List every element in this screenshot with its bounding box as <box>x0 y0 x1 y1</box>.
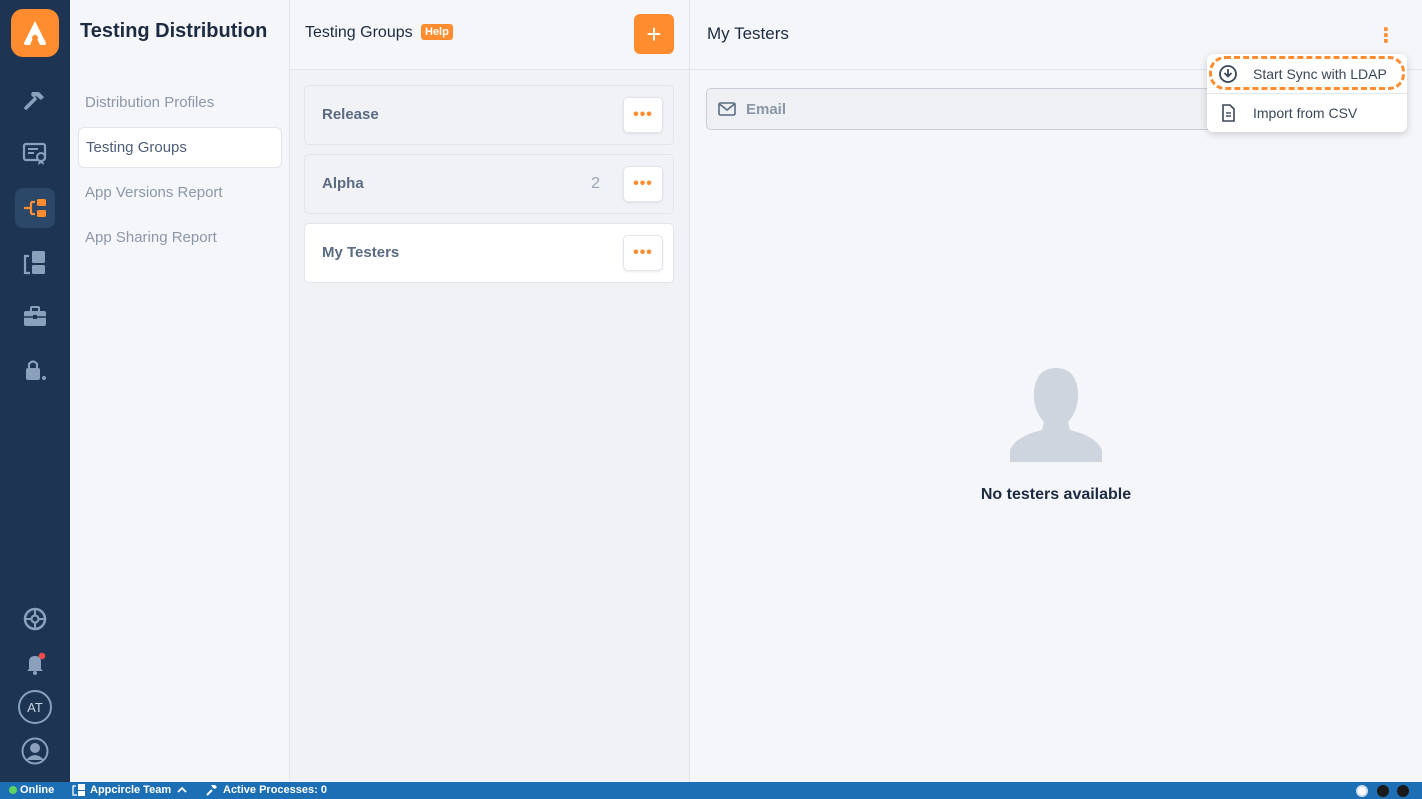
profile-icon[interactable] <box>15 731 55 771</box>
theme-dark-icon[interactable] <box>1377 785 1389 797</box>
detail-title: My Testers <box>707 24 789 43</box>
status-bar: Online Appcircle Team Active Processes: … <box>0 782 1422 799</box>
groups-header: Testing Groups Help + <box>290 0 689 70</box>
document-icon <box>1218 103 1238 123</box>
menu-divider <box>1207 93 1407 94</box>
groups-title: Testing Groups <box>305 24 413 41</box>
group-more-button[interactable]: ••• <box>623 97 663 133</box>
section-nav: Testing Distribution Distribution Profil… <box>70 0 290 782</box>
active-processes[interactable]: Active Processes: 0 <box>206 784 327 796</box>
group-tester-count: 2 <box>591 175 600 192</box>
group-card-release[interactable]: Release ••• <box>304 85 674 145</box>
certificate-icon[interactable] <box>15 133 55 173</box>
empty-state-text: No testers available <box>980 486 1132 503</box>
group-name: Release <box>322 106 379 123</box>
section-title: Testing Distribution <box>80 20 268 42</box>
bell-icon[interactable] <box>15 643 55 683</box>
store-icon[interactable] <box>15 242 55 282</box>
nav-item-testing-groups[interactable]: Testing Groups <box>78 127 282 168</box>
group-more-button[interactable]: ••• <box>623 166 663 202</box>
add-group-button[interactable]: + <box>634 14 674 54</box>
online-status: Online <box>9 784 54 796</box>
hammer-icon[interactable] <box>15 80 55 120</box>
group-name: My Testers <box>322 244 400 261</box>
nav-item-app-versions-report[interactable]: App Versions Report <box>78 172 282 213</box>
mail-icon <box>718 102 736 116</box>
group-card-my-testers[interactable]: My Testers ••• <box>304 223 674 283</box>
online-dot-icon <box>9 786 17 794</box>
kebab-menu-button[interactable]: ⋮ <box>1368 17 1404 53</box>
group-card-alpha[interactable]: Alpha 2 ••• <box>304 154 674 214</box>
team-avatar[interactable]: AT <box>18 690 52 724</box>
group-more-button[interactable]: ••• <box>623 235 663 271</box>
theme-light-icon[interactable] <box>1356 785 1368 797</box>
hammer-small-icon <box>206 785 217 796</box>
chevron-up-icon <box>177 786 187 793</box>
appcircle-logo-icon[interactable] <box>11 9 59 57</box>
lock-user-icon[interactable] <box>15 350 55 390</box>
toolbox-icon[interactable] <box>15 296 55 336</box>
menu-item-import-csv[interactable]: Import from CSV <box>1207 95 1407 131</box>
settings-icon[interactable] <box>15 599 55 639</box>
testing-groups-panel: Testing Groups Help + Release ••• Alpha … <box>290 0 690 782</box>
actions-dropdown: Start Sync with LDAP Import from CSV <box>1207 54 1407 132</box>
theme-contrast-icon[interactable] <box>1397 785 1409 797</box>
email-field[interactable]: Email <box>706 88 1266 130</box>
nav-item-distribution-profiles[interactable]: Distribution Profiles <box>78 82 282 123</box>
nav-item-app-sharing-report[interactable]: App Sharing Report <box>78 217 282 258</box>
help-badge[interactable]: Help <box>421 24 453 40</box>
email-placeholder: Email <box>746 101 787 118</box>
distribution-icon[interactable] <box>15 188 55 228</box>
highlight-outline <box>1209 56 1405 90</box>
team-switcher[interactable]: Appcircle Team <box>72 784 187 796</box>
group-name: Alpha <box>322 175 364 192</box>
team-icon <box>72 784 85 796</box>
menu-item-label: Import from CSV <box>1253 105 1358 121</box>
empty-user-icon <box>1010 368 1102 462</box>
icon-rail: AT <box>0 0 70 782</box>
